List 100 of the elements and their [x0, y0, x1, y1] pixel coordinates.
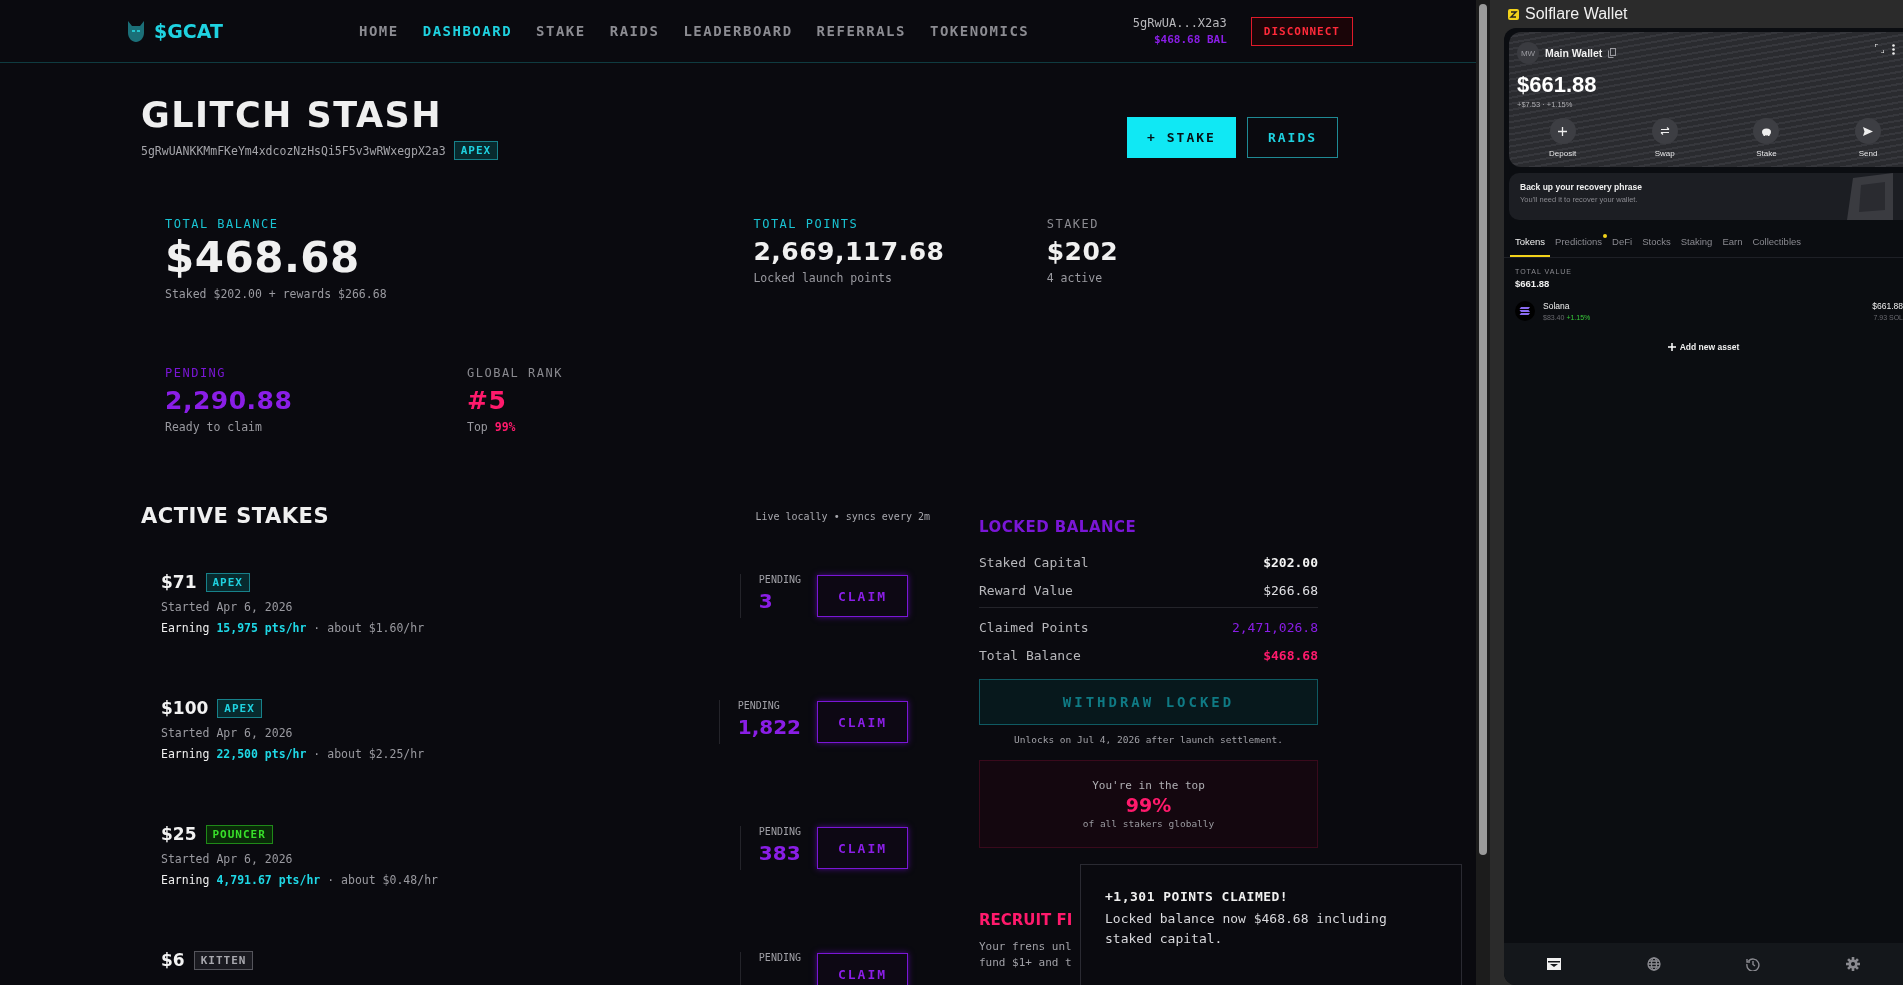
stat-value: $468.68 — [165, 233, 361, 282]
add-asset-button[interactable]: Add new asset — [1661, 341, 1746, 353]
tier-badge: POUNCER — [205, 824, 273, 844]
claim-button[interactable]: CLAIM — [817, 827, 908, 869]
settings-icon[interactable] — [1846, 957, 1861, 971]
earning-rate-text: Earning 15,975 pts/hr · about $1.60/hr — [161, 621, 425, 635]
rank-tail-text: of all stakers globally — [1082, 818, 1215, 829]
nav-link[interactable]: REFERRALS — [816, 23, 906, 39]
wallet-tab[interactable]: Collectibles — [1747, 232, 1807, 257]
globe-icon[interactable] — [1646, 957, 1661, 971]
stat-label: PENDING — [165, 366, 228, 380]
balance-value: $468.68 — [1263, 647, 1318, 663]
plus-icon — [1558, 126, 1568, 136]
rank-lead-text: You're in the top — [1092, 779, 1205, 792]
wallet-tab[interactable]: DeFi — [1607, 232, 1638, 257]
toast-title: +1,301 POINTS CLAIMED! — [1105, 889, 1290, 904]
nav-link[interactable]: TOKENOMICS — [929, 23, 1030, 39]
wallet-address: 5gRwUA...X2a3 — [1132, 16, 1227, 30]
pending-label: PENDING — [758, 952, 801, 963]
balance-label: Reward Value — [979, 582, 1073, 598]
balance-value: $202.00 — [1263, 554, 1318, 570]
balance-label: Total Balance — [979, 647, 1081, 663]
total-value: $661.88 — [1515, 278, 1551, 289]
unlock-note: Unlocks on Jul 4, 2026 after launch settlement. — [1013, 734, 1284, 745]
rank-percent: 99% — [1125, 794, 1172, 816]
swap-icon — [1659, 127, 1670, 135]
disconnect-button[interactable]: DISCONNECT — [1250, 16, 1353, 46]
logo-text[interactable]: $GCAT — [154, 20, 223, 42]
stat-caption: Top 99% — [467, 420, 517, 434]
stat-caption: 4 active — [1046, 271, 1104, 285]
wallet-tab[interactable]: Predictions — [1550, 232, 1608, 257]
wallet-tab[interactable]: Stocks — [1637, 232, 1676, 257]
claim-button[interactable]: CLAIM — [817, 701, 908, 743]
tier-badge: APEX — [453, 141, 499, 160]
stake-amount: $6 — [161, 950, 185, 970]
pending-label: PENDING — [758, 574, 801, 585]
claim-button[interactable]: CLAIM — [817, 953, 908, 985]
expand-icon[interactable] — [1875, 44, 1884, 53]
token-name: Solana — [1543, 301, 1571, 311]
recruit-text: Your frens unl — [979, 939, 1072, 955]
nav-link[interactable]: STAKE — [536, 23, 586, 39]
sync-note: Live locally • syncs every 2m — [755, 510, 930, 522]
balance-value: $266.68 — [1263, 582, 1318, 598]
account-avatar: MW — [1517, 42, 1539, 64]
copy-icon[interactable] — [1608, 48, 1617, 58]
stake-amount: $71 — [161, 572, 197, 592]
start-date: Started Apr 6, 2026 — [161, 852, 294, 866]
wallet-app-icon — [1508, 8, 1519, 20]
more-icon[interactable] — [1892, 44, 1895, 55]
recruit-text: fund $1+ and t — [979, 955, 1072, 971]
wallet-address: 5gRwUANKKMmFKeYm4xdcozNzHsQi5F5v3wRWxegpX2a3 — [141, 143, 446, 158]
balance-value: 2,471,026.8 — [1231, 619, 1318, 635]
start-date: Started Apr 6, 2026 — [161, 600, 294, 614]
history-icon[interactable] — [1746, 957, 1761, 971]
stat-label: TOTAL POINTS — [753, 217, 860, 231]
pending-label: PENDING — [758, 826, 801, 837]
earning-rate-text: Earning 4,791.67 pts/hr · about $0.48/hr — [161, 873, 438, 887]
section-title: LOCKED BALANCE — [979, 518, 1138, 536]
send-icon — [1863, 126, 1873, 136]
stat-value: 2,669,117.68 — [753, 237, 946, 266]
stat-caption: Staked $202.00 + rewards $266.68 — [165, 287, 388, 301]
wallet-balance: $468.68 BAL — [1153, 33, 1227, 46]
account-name[interactable]: Main Wallet — [1545, 47, 1603, 59]
stat-label: STAKED — [1046, 217, 1101, 231]
wallet-tab[interactable]: Earn — [1717, 232, 1748, 257]
token-icon — [1515, 301, 1535, 321]
plus-icon — [1667, 343, 1676, 351]
raids-button[interactable]: RAIDS — [1247, 117, 1338, 158]
section-title: ACTIVE STAKES — [141, 504, 330, 528]
nav-link[interactable]: DASHBOARD — [422, 23, 513, 39]
cat-logo-icon — [126, 19, 146, 43]
pending-value: 383 — [758, 841, 801, 865]
nav-link[interactable]: RAIDS — [609, 23, 660, 39]
stake-button[interactable]: + STAKE — [1127, 117, 1236, 158]
earning-rate-text: Earning 22,500 pts/hr · about $2.25/hr — [161, 747, 425, 761]
pending-value: 1,822 — [737, 715, 801, 739]
page-title: GLITCH STASH — [141, 95, 444, 135]
banner-title: Back up your recovery phrase — [1520, 182, 1643, 192]
wallet-icon[interactable] — [1546, 958, 1561, 970]
scrollbar[interactable] — [1479, 4, 1487, 855]
token-value: $661.88 — [1872, 301, 1903, 311]
stat-value: $202 — [1046, 237, 1120, 266]
pending-value: 3 — [758, 589, 774, 613]
wallet-tab[interactable]: Staking — [1675, 232, 1718, 257]
wallet-balance: $661.88 — [1517, 72, 1598, 98]
toast-message: Locked balance now $468.68 including staked capital. — [1105, 910, 1388, 948]
nav-link[interactable]: LEADERBOARD — [683, 23, 793, 39]
nav-link[interactable]: HOME — [359, 23, 399, 39]
stat-caption: Locked launch points — [753, 271, 893, 285]
claim-button[interactable]: CLAIM — [817, 575, 908, 617]
tier-badge: KITTEN — [193, 950, 254, 970]
stake-amount: $25 — [161, 824, 197, 844]
wallet-tab[interactable]: Tokens — [1510, 232, 1551, 257]
stat-value: 2,290.88 — [165, 386, 294, 415]
tier-badge: APEX — [217, 698, 262, 718]
balance-label: Staked Capital — [979, 554, 1089, 570]
stat-label: GLOBAL RANK — [467, 366, 564, 380]
balance-label: Claimed Points — [979, 619, 1089, 635]
stat-caption: Ready to claim — [165, 420, 263, 434]
tier-badge: APEX — [205, 572, 250, 592]
